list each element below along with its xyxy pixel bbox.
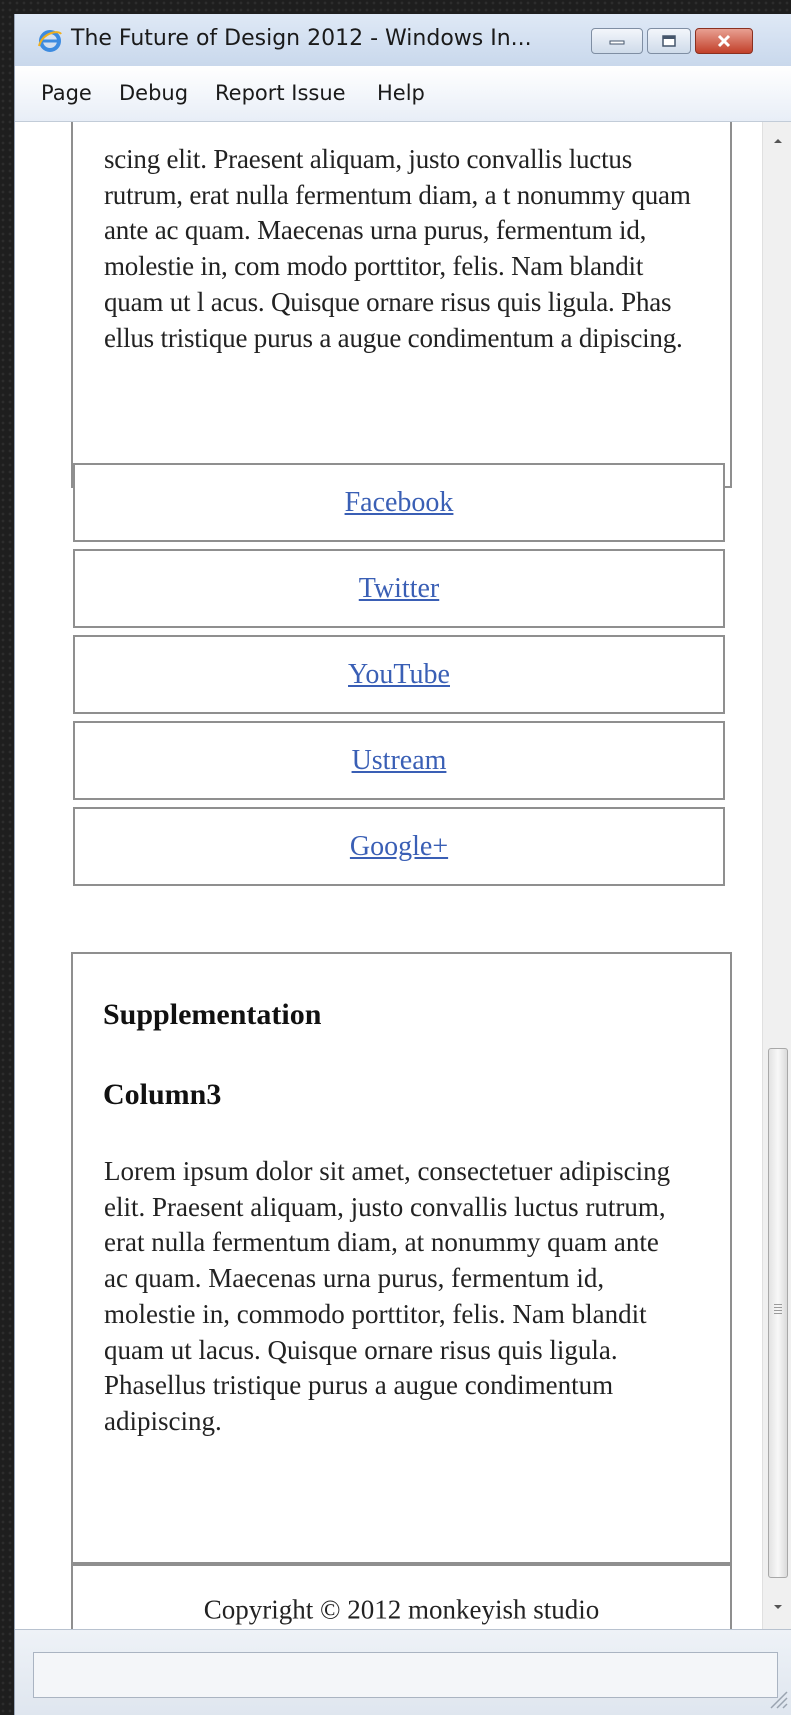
main-column-text: scing elit. Praesent aliquam, justo conv… — [104, 144, 691, 353]
page-viewport[interactable]: scing elit. Praesent aliquam, justo conv… — [15, 122, 762, 1629]
status-bar — [15, 1629, 791, 1715]
social-link-box-ustream: Ustream — [73, 721, 725, 800]
grip-icon — [774, 1304, 782, 1314]
supplementation-text: Lorem ipsum dolor sit amet, consectetuer… — [104, 1156, 671, 1436]
close-icon — [717, 34, 731, 48]
minimize-button[interactable] — [591, 28, 643, 54]
footer-box: Copyright © 2012 monkeyish studio — [71, 1564, 732, 1629]
supplementation-heading: Supplementation — [103, 998, 322, 1031]
social-link-box-twitter: Twitter — [73, 549, 725, 628]
social-link-box-youtube: YouTube — [73, 635, 725, 714]
scroll-down-button[interactable] — [763, 1596, 791, 1618]
scroll-thumb[interactable] — [768, 1048, 788, 1578]
menu-item-debug[interactable]: Debug — [119, 81, 188, 105]
social-link-box-facebook: Facebook — [73, 463, 725, 542]
facebook-link[interactable]: Facebook — [75, 487, 723, 519]
maximize-icon — [662, 35, 676, 47]
close-button[interactable] — [695, 28, 753, 54]
arrow-down-icon — [774, 1605, 782, 1609]
googleplus-link[interactable]: Google+ — [75, 831, 723, 863]
vertical-scrollbar[interactable] — [762, 122, 791, 1629]
menu-item-page[interactable]: Page — [41, 81, 92, 105]
minimize-icon — [609, 40, 625, 45]
menu-bar: Page Debug Report Issue Help — [15, 66, 791, 122]
browser-window: The Future of Design 2012 - Windows In..… — [14, 14, 791, 1715]
scroll-up-button[interactable] — [763, 130, 791, 152]
social-link-box-googleplus: Google+ — [73, 807, 725, 886]
ie-icon — [38, 30, 62, 52]
ustream-link[interactable]: Ustream — [75, 745, 723, 777]
status-field — [33, 1652, 778, 1698]
resize-grip-icon[interactable] — [765, 1686, 789, 1710]
window-title: The Future of Design 2012 - Windows In..… — [71, 26, 532, 51]
twitter-link[interactable]: Twitter — [75, 573, 723, 605]
title-bar[interactable]: The Future of Design 2012 - Windows In..… — [15, 14, 791, 66]
menu-item-help[interactable]: Help — [377, 81, 425, 105]
maximize-button[interactable] — [647, 28, 691, 54]
copyright-text: Copyright © 2012 monkeyish studio — [203, 1594, 600, 1625]
arrow-up-icon — [774, 139, 782, 143]
column3-heading: Column3 — [103, 1078, 222, 1111]
youtube-link[interactable]: YouTube — [75, 659, 723, 691]
menu-item-report-issue[interactable]: Report Issue — [215, 81, 346, 105]
